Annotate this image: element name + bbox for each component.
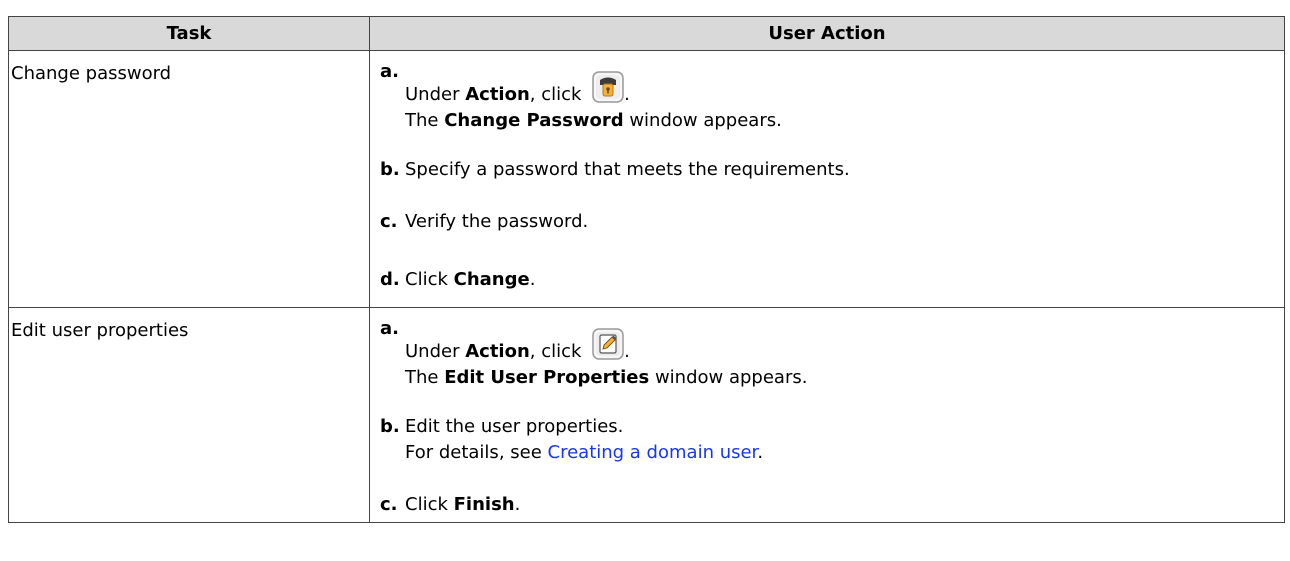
table-row: Edit user properties a. Under Action, cl… [8, 307, 1285, 523]
list-item: b. Edit the user properties. For details… [370, 400, 1284, 482]
list-item: b. Specify a password that meets the req… [370, 143, 1284, 199]
step-text: Click Change. [405, 269, 536, 290]
step-letter: c. [380, 211, 398, 232]
step-letter: b. [380, 159, 400, 180]
step-letter: a. [380, 61, 399, 82]
step-text: Click Finish. [405, 494, 521, 515]
table-header-row: Task User Action [8, 16, 1285, 51]
task-action-table: Task User Action Change password a. Unde… [8, 16, 1285, 523]
table-row: Change password a. Under Action, click .… [8, 50, 1285, 308]
task-cell: Change password [8, 50, 370, 308]
lock-key-icon[interactable] [592, 71, 624, 103]
step-letter: c. [380, 494, 398, 515]
task-column-header: Task [8, 16, 370, 51]
step-text: Verify the password. [405, 211, 589, 232]
action-cell: a. Under Action, click . The Edit User P… [369, 307, 1285, 523]
step-text-line2: The Edit User Properties window appears. [405, 367, 808, 388]
step-letter: b. [380, 416, 400, 437]
list-item: d. Click Change. [370, 255, 1284, 305]
step-text: Specify a password that meets the requir… [405, 159, 850, 180]
list-item: a. Under Action, click . The Change Pass… [370, 51, 1284, 143]
step-text: Edit the user properties. [405, 416, 624, 437]
list-item: c. Verify the password. [370, 199, 1284, 255]
task-label: Edit user properties [11, 320, 189, 341]
task-label: Change password [11, 63, 172, 84]
step-text: Under Action, click . [405, 71, 1284, 108]
step-letter: a. [380, 318, 399, 339]
list-item: a. Under Action, click . The Edit User P… [370, 308, 1284, 400]
action-cell: a. Under Action, click . The Change Pass… [369, 50, 1285, 308]
user-action-column-header: User Action [369, 16, 1285, 51]
step-letter: d. [380, 269, 400, 290]
edit-pencil-icon[interactable] [592, 328, 624, 360]
creating-domain-user-link[interactable]: Creating a domain user [548, 442, 758, 463]
list-item: c. Click Finish. [370, 482, 1284, 522]
task-cell: Edit user properties [8, 307, 370, 523]
step-text-line2: The Change Password window appears. [405, 110, 782, 131]
step-text-line2: For details, see Creating a domain user. [405, 442, 764, 463]
step-text: Under Action, click . [405, 328, 1284, 365]
